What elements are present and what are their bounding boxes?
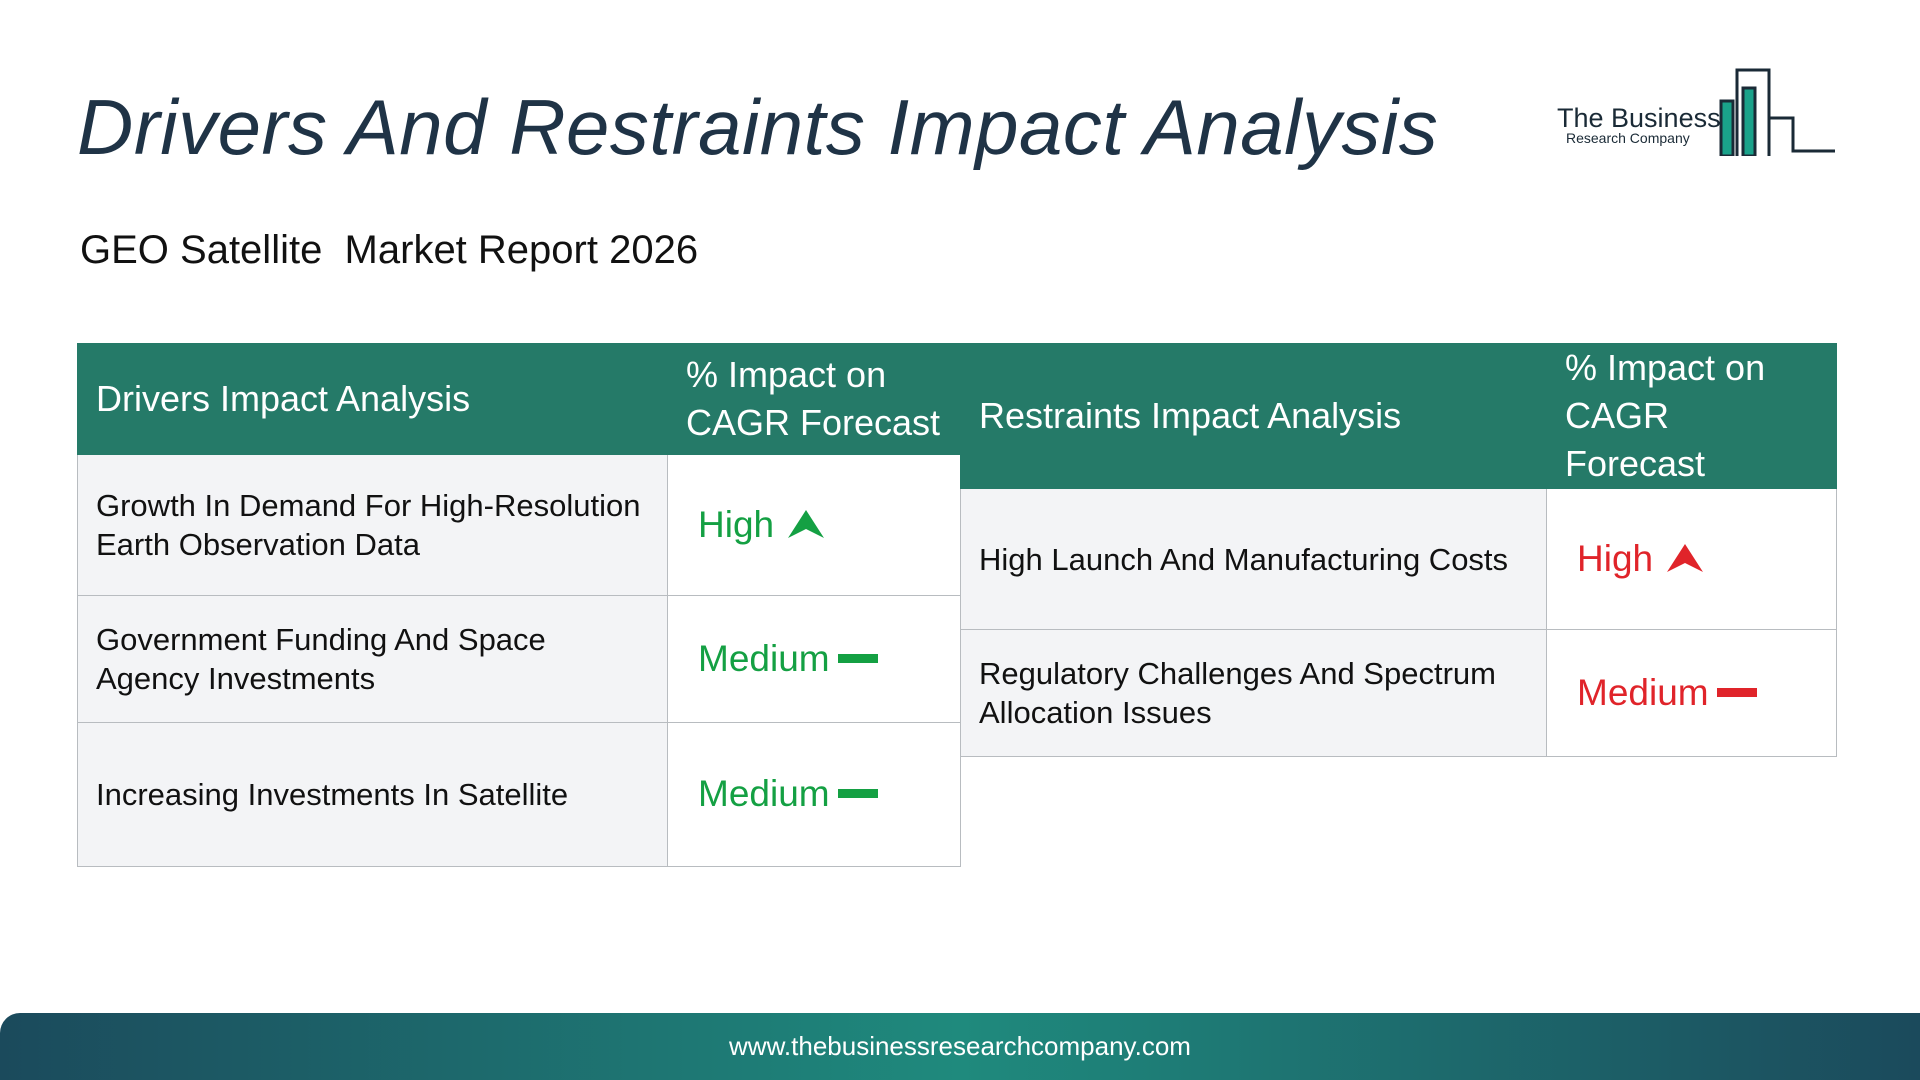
- restraint-impact-cell: High: [1546, 488, 1837, 630]
- driver-label: Increasing Investments In Satellite: [77, 722, 668, 867]
- table-row: Government Funding And Space Agency Inve…: [77, 595, 961, 723]
- table-row: Increasing Investments In Satellite Medi…: [77, 722, 961, 867]
- impact-value: High: [698, 503, 775, 545]
- footer-bar: www.thebusinessresearchcompany.com: [0, 1013, 1920, 1080]
- arrow-up-icon: [788, 510, 825, 538]
- driver-impact-cell: Medium: [667, 722, 961, 867]
- report-subtitle: GEO Satellite Market Report 2026: [80, 228, 699, 272]
- impact-value: Medium: [698, 637, 830, 679]
- table-header-row: Drivers Impact Analysis % Impact on CAGR…: [77, 343, 961, 455]
- driver-label: Growth In Demand For High-Resolution Ear…: [77, 454, 668, 596]
- dash-icon: [837, 789, 878, 798]
- impact-value: High: [1577, 537, 1654, 579]
- impact-value: Medium: [1577, 671, 1709, 713]
- table-header-row: Restraints Impact Analysis % Impact on C…: [960, 343, 1837, 489]
- driver-impact-cell: High: [667, 454, 961, 596]
- logo-tagline: Research Company: [1566, 130, 1690, 146]
- table-row: Growth In Demand For High-Resolution Ear…: [77, 454, 961, 596]
- table-row: Regulatory Challenges And Spectrum Alloc…: [960, 629, 1837, 757]
- restraints-header: Restraints Impact Analysis: [960, 343, 1547, 489]
- drivers-header: Drivers Impact Analysis: [77, 343, 668, 455]
- dash-icon: [837, 653, 878, 663]
- restraint-label: High Launch And Manufacturing Costs: [960, 488, 1547, 630]
- table-row: High Launch And Manufacturing Costs High: [960, 488, 1837, 630]
- footer-url[interactable]: www.thebusinessresearchcompany.com: [0, 1013, 1920, 1080]
- restraint-label: Regulatory Challenges And Spectrum Alloc…: [960, 629, 1547, 757]
- arrow-up-icon: [1667, 544, 1704, 572]
- driver-impact-cell: Medium: [667, 595, 961, 723]
- impact-value: Medium: [698, 773, 830, 814]
- driver-label: Government Funding And Space Agency Inve…: [77, 595, 668, 723]
- drivers-impact-header: % Impact on CAGR Forecast: [667, 343, 961, 455]
- dash-icon: [1716, 687, 1757, 697]
- drivers-table: Drivers Impact Analysis % Impact on CAGR…: [77, 343, 961, 867]
- restraints-impact-header: % Impact on CAGR Forecast: [1546, 343, 1837, 489]
- restraints-table: Restraints Impact Analysis % Impact on C…: [960, 343, 1837, 757]
- page-title: Drivers And Restraints Impact Analysis: [77, 83, 1439, 171]
- restraint-impact-cell: Medium: [1546, 629, 1837, 757]
